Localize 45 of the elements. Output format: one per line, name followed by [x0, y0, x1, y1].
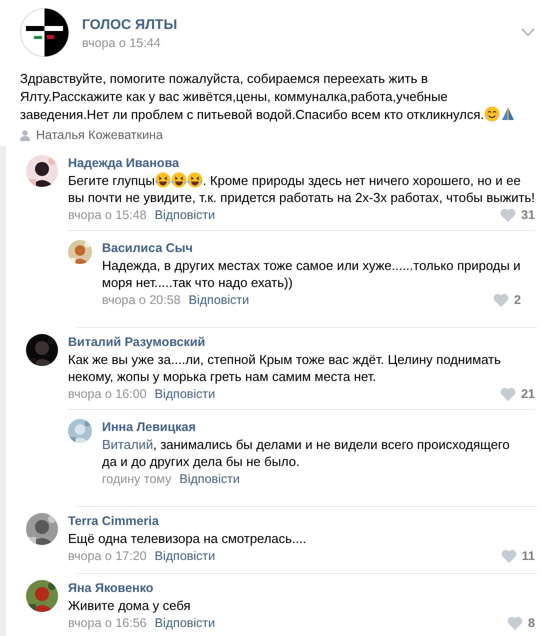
comment-text: Живите дома у себя	[68, 597, 192, 614]
comment-time: годину тому	[102, 472, 172, 486]
comment-text: Ещё одна телевизора на смотрелась....	[68, 530, 308, 547]
group-name[interactable]: ГОЛОС ЯЛТЫ	[82, 16, 508, 32]
heart-icon	[500, 387, 516, 401]
comment-text: Надежда, в других местах тоже самое или хуже......только природы и моря нет.....так что надо ехать))	[102, 257, 521, 291]
like-button[interactable]: 31	[500, 208, 535, 222]
comment-author[interactable]: Terra Cimmeria	[68, 513, 535, 530]
reply-link[interactable]: Відповісти	[188, 293, 250, 307]
laughing-face-icon	[170, 172, 187, 188]
comment-author[interactable]: Инна Левицкая	[102, 419, 521, 436]
reply-link[interactable]: Відповісти	[154, 208, 216, 222]
chevron-down-icon[interactable]	[521, 28, 535, 37]
mention-link[interactable]: Виталий	[102, 437, 154, 452]
comment-time: вчора о 16:56	[68, 616, 147, 630]
comment-author[interactable]: Надежда Иванова	[68, 155, 535, 172]
post-text: Здравствуйте, помогите пожалуйста, собираемся переехать жить в Ялту.Расскажите как у вас живётся,цены, коммуналка,работа,учебные заведения.Нет ли проблем с питьевой водой.Спасибо всем кто откликнулся.	[0, 57, 549, 124]
like-button[interactable]: 11	[500, 549, 535, 563]
reply-link[interactable]: Відповісти	[179, 472, 240, 486]
heart-icon	[500, 208, 516, 222]
comment-time: вчора о 20:58	[102, 293, 181, 307]
comment-time: вчора о 15:48	[68, 208, 147, 222]
heart-icon	[493, 293, 510, 307]
reply-link[interactable]: Відповісти	[154, 549, 216, 563]
reply-link[interactable]: Відповісти	[154, 616, 216, 630]
like-button[interactable]: 8	[507, 616, 535, 630]
post-author[interactable]: Наталья Кожеваткина	[36, 128, 163, 142]
comment-text: Виталий, занимались бы делами и не видели всего происходящего да и до других дела бы не было.	[102, 436, 511, 470]
comment-time: вчора о 16:00	[68, 387, 147, 401]
person-icon	[20, 130, 30, 140]
like-button[interactable]: 2	[493, 293, 521, 307]
comment-text: Как же вы уже за....ли, степной Крым тоже вас ждёт. Целину поднимать некому, жопы у морька греть нам самим места нет.	[68, 351, 502, 385]
laughing-face-icon	[186, 172, 203, 188]
comment-author[interactable]: Василиса Сыч	[102, 240, 521, 257]
comment-author[interactable]: Виталий Разумовский	[68, 334, 535, 351]
post-time: вчора о 15:44	[82, 36, 162, 50]
comment-text: Бегите глупцы . Кроме природы здесь нет ничего хорошего, но и ее вы почти не увидите, т.к. придется работать на 2х-3х работах, чтобы выжить!	[68, 172, 535, 206]
like-button[interactable]: 21	[500, 387, 535, 401]
heart-icon	[507, 616, 524, 630]
reply-link[interactable]: Відповісти	[154, 387, 216, 401]
smiling-face-icon	[484, 106, 500, 122]
laughing-face-icon	[154, 172, 171, 188]
heart-icon	[500, 549, 517, 563]
comment-time: вчора о 17:20	[68, 549, 147, 563]
comment-author[interactable]: Яна Яковенко	[68, 580, 535, 597]
